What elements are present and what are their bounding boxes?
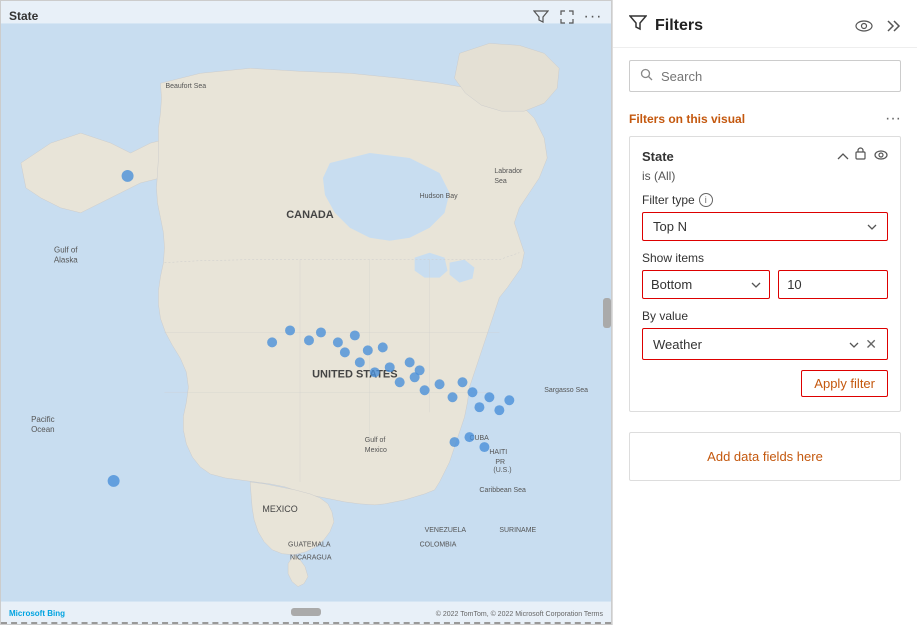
svg-text:SURINAME: SURINAME xyxy=(499,527,536,534)
by-value-clear-icon[interactable]: ✕ xyxy=(865,336,877,353)
svg-text:Ocean: Ocean xyxy=(31,425,54,434)
svg-text:Gulf of: Gulf of xyxy=(365,437,386,444)
by-value-chevron-icon[interactable] xyxy=(849,335,859,353)
apply-filter-row: Apply filter xyxy=(642,370,888,397)
svg-text:UNITED STATES: UNITED STATES xyxy=(312,368,397,380)
filter-type-value: Top N xyxy=(653,219,687,234)
svg-text:Pacific: Pacific xyxy=(31,415,54,424)
by-value-dropdown[interactable]: Weather ✕ xyxy=(642,328,888,360)
filter-card: State xyxy=(629,136,901,412)
show-items-label: Show items xyxy=(642,251,888,265)
show-items-row: Bottom 10 xyxy=(642,270,888,299)
svg-text:CANADA: CANADA xyxy=(286,209,334,221)
svg-text:Sargasso Sea: Sargasso Sea xyxy=(544,387,588,394)
section-more-options-icon[interactable]: ··· xyxy=(885,110,901,128)
svg-text:Hudson Bay: Hudson Bay xyxy=(420,193,458,200)
search-box[interactable] xyxy=(629,60,901,92)
expand-icon[interactable] xyxy=(557,7,577,27)
chevron-double-right-icon[interactable] xyxy=(885,19,901,33)
filter-icon[interactable] xyxy=(531,7,551,27)
map-toolbar: ··· xyxy=(531,7,603,27)
filter-header: Filters xyxy=(613,0,917,48)
search-icon xyxy=(640,68,653,84)
svg-text:COLOMBIA: COLOMBIA xyxy=(420,542,457,549)
show-items-count-input[interactable]: 10 xyxy=(778,270,888,299)
map-resize-handle-right[interactable] xyxy=(603,298,611,328)
svg-text:Labrador: Labrador xyxy=(494,168,523,175)
svg-text:Mexico: Mexico xyxy=(365,447,387,454)
by-value-label: By value xyxy=(642,309,888,323)
by-value-value: Weather xyxy=(653,337,702,352)
add-data-fields[interactable]: Add data fields here xyxy=(629,432,901,481)
visibility-icon[interactable] xyxy=(874,147,888,165)
filter-panel-title: Filters xyxy=(655,17,847,35)
filter-card-header: State xyxy=(642,147,888,165)
svg-text:Gulf of: Gulf of xyxy=(54,246,78,255)
lock-icon[interactable] xyxy=(855,147,866,165)
section-label-text: Filters on this visual xyxy=(629,112,745,126)
filters-section-label: Filters on this visual ··· xyxy=(613,104,917,136)
svg-text:NICARAGUA: NICARAGUA xyxy=(290,555,332,562)
filter-card-subtitle: is (All) xyxy=(642,169,888,183)
svg-text:VENEZUELA: VENEZUELA xyxy=(425,527,467,534)
svg-text:PR: PR xyxy=(495,459,505,466)
map-panel: State ··· xyxy=(0,0,612,625)
chevron-up-icon[interactable] xyxy=(837,147,849,165)
show-items-direction-value: Bottom xyxy=(651,277,692,292)
map-resize-handle-bottom[interactable] xyxy=(291,608,321,616)
svg-text:Caribbean Sea: Caribbean Sea xyxy=(479,487,526,494)
filter-type-chevron-icon xyxy=(867,221,877,233)
eye-icon[interactable] xyxy=(855,20,873,32)
apply-filter-button[interactable]: Apply filter xyxy=(801,370,888,397)
filter-type-dropdown[interactable]: Top N xyxy=(642,212,888,241)
filter-card-actions xyxy=(837,147,888,165)
filter-panel: Filters Filters on thi xyxy=(612,0,917,625)
filter-type-label: Filter type i xyxy=(642,193,888,207)
by-value-actions: ✕ xyxy=(849,335,877,353)
map-title: State xyxy=(9,9,38,23)
show-items-direction-dropdown[interactable]: Bottom xyxy=(642,270,770,299)
svg-text:GUATEMALA: GUATEMALA xyxy=(288,542,331,549)
filter-funnel-icon xyxy=(629,14,647,37)
svg-text:Sea: Sea xyxy=(494,178,507,185)
search-input[interactable] xyxy=(661,69,890,84)
info-icon[interactable]: i xyxy=(699,193,713,207)
svg-text:MEXICO: MEXICO xyxy=(262,504,297,514)
filter-card-title: State xyxy=(642,149,674,164)
svg-text:Alaska: Alaska xyxy=(54,256,78,265)
show-items-chevron-icon xyxy=(751,279,761,291)
filter-header-actions xyxy=(855,19,901,33)
bing-logo: Microsoft Bing xyxy=(9,609,65,618)
svg-text:HAITI: HAITI xyxy=(489,449,507,456)
svg-text:(U.S.): (U.S.) xyxy=(493,467,511,474)
more-options-icon[interactable]: ··· xyxy=(583,7,603,27)
map-footer-right: © 2022 TomTom, © 2022 Microsoft Corporat… xyxy=(436,611,603,618)
svg-text:Beaufort Sea: Beaufort Sea xyxy=(165,83,206,90)
